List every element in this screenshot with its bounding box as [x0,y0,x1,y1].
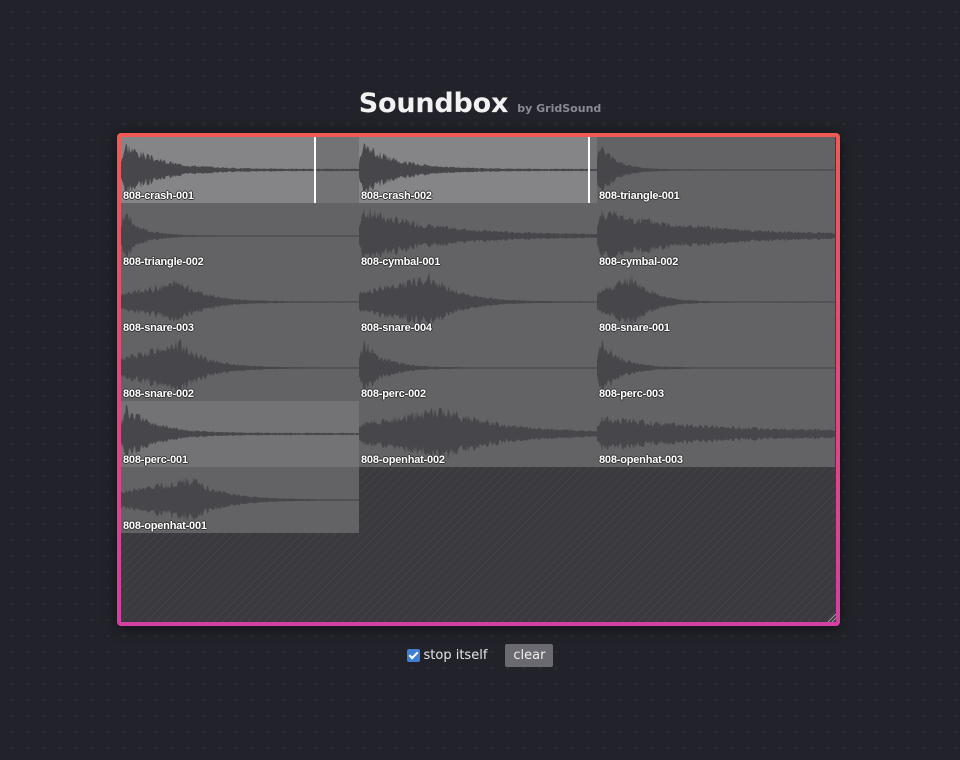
sample-name: 808-triangle-002 [123,256,204,268]
sample-name: 808-snare-001 [599,322,670,334]
playhead-cursor [588,137,590,203]
sample-pad[interactable]: 808-triangle-002 [121,203,359,269]
waveform-shape [121,280,359,322]
sample-pad[interactable]: 808-openhat-001 [121,467,359,533]
stop-itself-checkbox[interactable] [406,648,420,662]
sample-pad[interactable]: 808-cymbal-002 [597,203,835,269]
sample-name: 808-openhat-002 [361,454,445,466]
sample-pad[interactable]: 808-snare-002 [121,335,359,401]
sample-pad[interactable]: 808-crash-001 [121,137,359,203]
sample-name: 808-crash-002 [361,190,432,202]
sample-pad[interactable]: 808-snare-004 [359,269,597,335]
waveform-shape [597,147,835,192]
waveform-shape [121,213,359,259]
sample-pad[interactable]: 808-openhat-003 [597,401,835,467]
waveform-shape [359,407,597,460]
sample-pad[interactable]: 808-snare-003 [121,269,359,335]
app-header: Soundbox by GridSound [0,88,960,119]
sample-name: 808-snare-002 [123,388,194,400]
waveform-shape [597,339,835,395]
stop-itself-label: stop itself [423,647,488,663]
sample-grid[interactable]: 808-crash-001 808-crash-002 808-triangle-0… [121,137,836,622]
waveform-shape [121,338,359,395]
sample-name: 808-triangle-001 [599,190,680,202]
resize-grip-icon[interactable] [828,614,836,622]
sample-pad[interactable]: 808-snare-001 [597,269,835,335]
sample-name: 808-perc-002 [361,388,426,400]
sample-pad[interactable]: 808-perc-001 [121,401,359,467]
waveform-shape [121,143,359,195]
waveform-shape [597,274,835,328]
sample-pad[interactable]: 808-cymbal-001 [359,203,597,269]
clear-button[interactable]: clear [505,643,554,667]
playhead-cursor [314,137,316,203]
sample-pad[interactable]: 808-openhat-002 [359,401,597,467]
controls-bar: stop itself clear [0,643,960,667]
waveform-shape [597,209,835,261]
sample-name: 808-cymbal-002 [599,256,679,268]
sample-pad[interactable]: 808-perc-002 [359,335,597,401]
sample-name: 808-snare-003 [123,322,194,334]
waveform-shape [121,476,359,522]
sample-pad[interactable]: 808-perc-003 [597,335,835,401]
stop-itself-toggle[interactable]: stop itself [406,647,488,663]
sample-name: 808-perc-003 [599,388,664,400]
sample-name: 808-openhat-001 [123,520,207,532]
waveform-shape [359,143,597,197]
waveform-shape [359,208,597,263]
app-title: Soundbox [358,88,509,119]
waveform-shape [597,415,835,452]
soundbox-frame: 808-crash-001 808-crash-002 808-triangle-0… [117,133,840,626]
sample-name: 808-openhat-003 [599,454,683,466]
sample-pad[interactable]: 808-triangle-001 [597,137,835,203]
sample-pad[interactable]: 808-crash-002 [359,137,597,203]
waveform-shape [121,404,359,460]
waveform-shape [359,339,597,393]
sample-name: 808-cymbal-001 [361,256,441,268]
sample-name: 808-snare-004 [361,322,432,334]
app-subtitle: by GridSound [517,102,602,115]
sample-name: 808-perc-001 [123,454,188,466]
sample-name: 808-crash-001 [123,190,194,202]
